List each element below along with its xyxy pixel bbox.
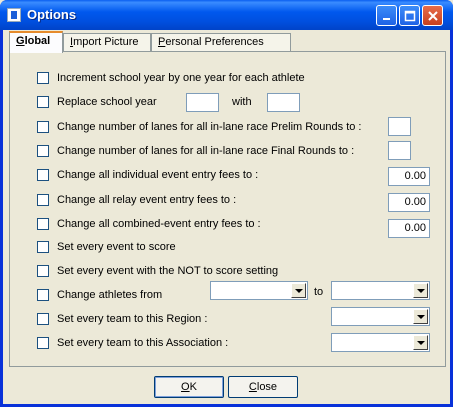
replace-with-label: with — [232, 96, 252, 108]
tab-global[interactable]: Global — [9, 31, 63, 53]
set-not-score-checkbox[interactable] — [37, 265, 49, 277]
relay-fees-label: Change all relay event entry fees to : — [57, 194, 237, 206]
ok-button[interactable]: OK — [154, 376, 224, 398]
athletes-from-dropdown[interactable] — [210, 281, 308, 300]
combined-fee-field[interactable]: 0.00 — [388, 219, 430, 238]
athletes-to-label: to — [314, 286, 324, 298]
final-lanes-field[interactable] — [388, 141, 411, 160]
app-icon — [7, 8, 21, 22]
team-association-checkbox[interactable] — [37, 337, 49, 349]
change-athletes-checkbox[interactable] — [37, 289, 49, 301]
final-lanes-checkbox[interactable] — [37, 145, 49, 157]
prelim-lanes-checkbox[interactable] — [37, 121, 49, 133]
chevron-down-icon[interactable] — [413, 335, 428, 350]
team-region-checkbox[interactable] — [37, 313, 49, 325]
global-panel: Increment school year by one year for ea… — [9, 51, 446, 367]
replace-year-to-field[interactable] — [267, 93, 300, 112]
set-not-score-label: Set every event with the NOT to score se… — [57, 265, 279, 277]
region-dropdown[interactable] — [331, 307, 430, 326]
replace-year-label: Replace school year — [57, 96, 157, 108]
minimize-icon — [383, 18, 390, 20]
relay-fee-field[interactable]: 0.00 — [388, 193, 430, 212]
combined-fees-label: Change all combined-event entry fees to … — [57, 218, 261, 230]
tab-strip: Global Import Picture Personal Preferenc… — [9, 31, 444, 53]
chevron-down-icon[interactable] — [413, 283, 428, 298]
title-bar[interactable]: Options — [0, 0, 453, 30]
relay-fees-checkbox[interactable] — [37, 194, 49, 206]
chevron-down-icon[interactable] — [413, 309, 428, 324]
final-lanes-label: Change number of lanes for all in-lane r… — [57, 145, 355, 157]
set-score-label: Set every event to score — [57, 241, 176, 253]
chevron-down-icon[interactable] — [291, 283, 306, 298]
team-association-label: Set every team to this Association : — [57, 337, 229, 349]
individual-fees-checkbox[interactable] — [37, 169, 49, 181]
tab-import-picture[interactable]: Import Picture — [63, 33, 151, 52]
prelim-lanes-field[interactable] — [388, 117, 411, 136]
increment-year-checkbox[interactable] — [37, 72, 49, 84]
options-dialog: Options Global Import Picture Personal P… — [0, 0, 453, 407]
set-score-checkbox[interactable] — [37, 241, 49, 253]
close-icon — [428, 11, 438, 21]
change-athletes-label: Change athletes from — [57, 289, 163, 301]
association-dropdown[interactable] — [331, 333, 430, 352]
tab-personal-preferences[interactable]: Personal Preferences — [151, 33, 291, 52]
close-button[interactable]: Close — [228, 376, 298, 398]
close-window-button[interactable] — [422, 5, 443, 26]
athletes-to-dropdown[interactable] — [331, 281, 430, 300]
maximize-button[interactable] — [399, 5, 420, 26]
replace-year-from-field[interactable] — [186, 93, 219, 112]
combined-fees-checkbox[interactable] — [37, 218, 49, 230]
maximize-icon — [404, 10, 416, 22]
individual-fees-label: Change all individual event entry fees t… — [57, 169, 259, 181]
replace-year-checkbox[interactable] — [37, 96, 49, 108]
prelim-lanes-label: Change number of lanes for all in-lane r… — [57, 121, 362, 133]
minimize-button[interactable] — [376, 5, 397, 26]
individual-fee-field[interactable]: 0.00 — [388, 167, 430, 186]
window-title: Options — [27, 7, 77, 22]
increment-year-label: Increment school year by one year for ea… — [57, 72, 305, 84]
team-region-label: Set every team to this Region : — [57, 313, 208, 325]
